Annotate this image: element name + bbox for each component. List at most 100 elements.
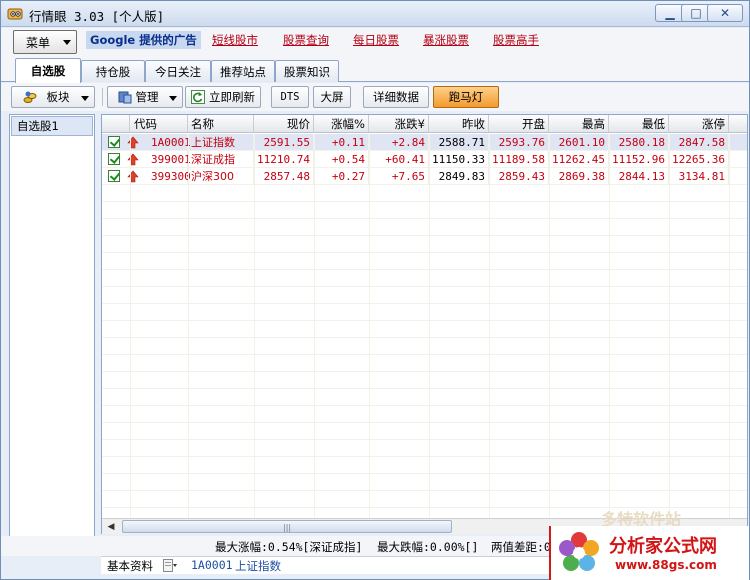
grid-line (669, 133, 670, 533)
table-header: 代码 名称 现价 涨幅% 涨跌¥ 昨收 开盘 最高 最低 涨停 (102, 115, 747, 133)
watermark-title: 分析家公式网 (609, 536, 717, 557)
cell-pct: +0.11 (314, 134, 369, 151)
close-button[interactable]: ✕ (707, 4, 743, 22)
grid-line (102, 235, 747, 236)
grid-line (254, 133, 255, 533)
cell-low: 2844.13 (609, 168, 669, 185)
grid-line (102, 371, 747, 372)
detail-data-button[interactable]: 详细数据 (363, 86, 429, 108)
cell-limit-up: 12265.36 (669, 151, 729, 168)
grid-line (609, 133, 610, 533)
column-header-limit-up[interactable]: 涨停 (669, 115, 729, 133)
ad-link-4[interactable]: 暴涨股票 (423, 32, 469, 48)
table-row[interactable]: 399001 深证成指 11210.74 +0.54 +60.41 11150.33 111… (102, 151, 747, 168)
ad-link-3[interactable]: 每日股票 (353, 32, 399, 48)
cell-limit-up: 2847.58 (669, 134, 729, 151)
cell-high: 2869.38 (549, 168, 609, 185)
manage-label: 管理 (135, 90, 159, 104)
big-screen-button[interactable]: 大屏 (313, 86, 351, 108)
tab-holdings[interactable]: 持仓股 (81, 60, 145, 82)
cell-low: 2580.18 (609, 134, 669, 151)
row-checkbox[interactable] (108, 170, 120, 182)
sector-dropdown[interactable]: 板块 (11, 86, 95, 108)
manage-dropdown[interactable]: 管理 (107, 86, 183, 108)
table-row[interactable]: 1A0001 上证指数 2591.55 +0.11 +2.84 2588.71 2593.7… (102, 134, 747, 151)
column-header-change[interactable]: 涨跌¥ (369, 115, 429, 133)
manage-icon (118, 91, 131, 104)
dts-button[interactable]: DTS (271, 86, 309, 108)
column-header-high[interactable]: 最高 (549, 115, 609, 133)
tab-recommended-sites[interactable]: 推荐站点 (211, 60, 275, 82)
sector-label: 板块 (46, 90, 70, 104)
max-fall-text: 最大跌幅:0.00%[] (377, 540, 479, 554)
main-menu-dropdown[interactable]: 菜单 (13, 30, 77, 54)
ad-link-1[interactable]: 短线股市 (212, 32, 258, 48)
cell-code: 399300 (148, 168, 191, 185)
cell-open: 11189.58 (489, 151, 549, 168)
marquee-button[interactable]: 跑马灯 (433, 86, 499, 108)
column-header-overflow (729, 115, 747, 133)
refresh-button[interactable]: 立即刷新 (185, 86, 261, 108)
ad-link-2[interactable]: 股票查询 (283, 32, 329, 48)
ad-link-5[interactable]: 股票高手 (493, 32, 539, 48)
grid-line (102, 286, 747, 287)
row-checkbox[interactable] (108, 153, 120, 165)
table-row[interactable]: 399300 沪深300 2857.48 +0.27 +7.65 2849.83 2859.… (102, 168, 747, 185)
column-header-code[interactable]: 代码 (130, 115, 188, 133)
scroll-left-icon[interactable]: ◀ (104, 521, 118, 533)
value-diff-text: 两值差距:0 (491, 540, 551, 554)
grid-line (102, 405, 747, 406)
grid-line (369, 133, 370, 533)
grid-line (102, 150, 747, 151)
grid-line (489, 133, 490, 533)
grid-line (102, 354, 747, 355)
flower-logo-icon (559, 532, 599, 571)
info-dropdown-icon[interactable] (163, 559, 177, 572)
column-header-check (102, 115, 130, 133)
chevron-down-icon (169, 96, 177, 101)
watermark-logo: 分析家公式网 www.88gs.com (549, 526, 749, 580)
cell-limit-up: 3134.81 (669, 168, 729, 185)
grip-icon: ||| (283, 523, 292, 532)
column-header-pct[interactable]: 涨幅% (314, 115, 369, 133)
grid-line (188, 133, 189, 533)
cell-name: 沪深300 (188, 168, 254, 185)
grid-line (102, 490, 747, 491)
cell-change: +60.41 (369, 151, 429, 168)
watchlist-group-panel: 自选股1 (9, 114, 95, 554)
title-bar[interactable]: 行情眼 3.03 [个人版] ▁ □ ✕ (1, 1, 749, 27)
watermark-url: www.88gs.com (615, 558, 717, 572)
grid-line (429, 133, 430, 533)
column-header-prev-close[interactable]: 昨收 (429, 115, 489, 133)
cell-name: 深证成指 (188, 151, 254, 168)
menu-row: 菜单 Google 提供的广告 短线股市 股票查询 每日股票 暴涨股票 股票高手 (1, 28, 749, 56)
grid-line (102, 422, 747, 423)
scrollbar-thumb[interactable]: ||| (122, 520, 452, 533)
grid-line (102, 456, 747, 457)
basic-info-label[interactable]: 基本资料 (107, 558, 153, 574)
column-header-open[interactable]: 开盘 (489, 115, 549, 133)
cell-price: 2857.48 (254, 168, 314, 185)
cell-price: 2591.55 (254, 134, 314, 151)
grid-line (102, 184, 747, 185)
tab-watchlist[interactable]: 自选股 (15, 58, 81, 83)
cell-prev-close: 2588.71 (429, 134, 489, 151)
window-title: 行情眼 3.03 [个人版] (29, 9, 165, 24)
current-code: 1A0001 (191, 558, 233, 572)
cell-high: 11262.45 (549, 151, 609, 168)
watchlist-group-item[interactable]: 自选股1 (11, 116, 93, 136)
row-checkbox[interactable] (108, 136, 120, 148)
column-header-price[interactable]: 现价 (254, 115, 314, 133)
cell-pct: +0.54 (314, 151, 369, 168)
tab-today-focus[interactable]: 今日关注 (145, 60, 211, 82)
column-header-low[interactable]: 最低 (609, 115, 669, 133)
up-arrow-icon (127, 153, 139, 166)
tab-stock-knowledge[interactable]: 股票知识 (275, 60, 339, 82)
grid-line (102, 167, 747, 168)
toolbar: 板块 管理 立即刷新 DTS 大屏 详细数据 跑马灯 (1, 83, 749, 111)
grid-line (102, 320, 747, 321)
cell-high: 2601.10 (549, 134, 609, 151)
up-arrow-icon (127, 170, 139, 183)
grid-line (102, 218, 747, 219)
column-header-name[interactable]: 名称 (188, 115, 254, 133)
